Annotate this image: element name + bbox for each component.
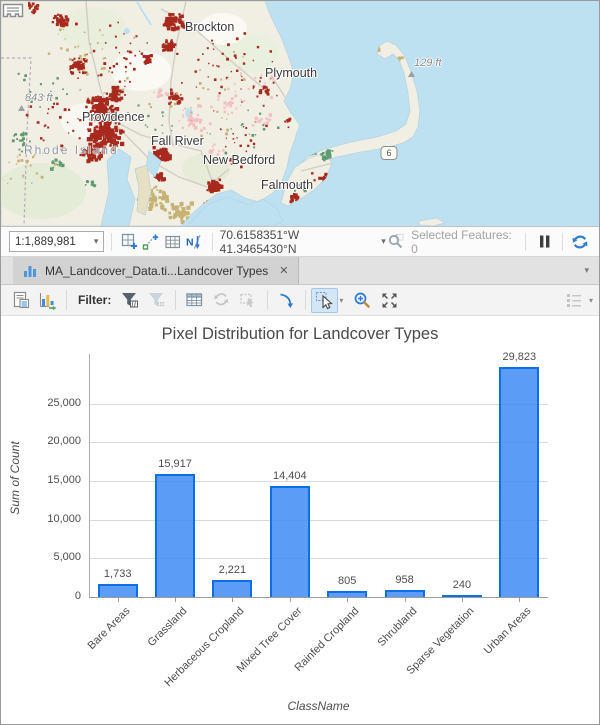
divider: [267, 290, 268, 310]
zoom-in-button[interactable]: [349, 288, 376, 313]
pointer-tool-chevron-icon[interactable]: ▾: [339, 296, 343, 305]
gridline: [89, 442, 548, 443]
pause-drawing-icon[interactable]: [533, 231, 554, 253]
category-label: Shrubland: [319, 605, 419, 705]
bar-value-label: 240: [420, 579, 504, 591]
category-label: Herbaceous Cropland: [146, 605, 246, 705]
category-label: Mixed Tree Cover: [204, 605, 304, 705]
category-label: Urban Areas: [433, 605, 533, 705]
y-tick-label: 15,000: [11, 474, 81, 486]
select-rectangle-button[interactable]: [235, 288, 262, 313]
divider: [212, 233, 213, 251]
selected-features-count: Selected Features: 0: [411, 228, 518, 256]
filter-label: Filter:: [78, 293, 111, 307]
bar-value-label: 15,917: [133, 458, 217, 470]
route-6-shield: 6: [381, 146, 398, 160]
map-status-bar: 1:1,889,981 ▾: [1, 226, 599, 257]
map-notification-icon[interactable]: [1, 1, 25, 20]
x-tick: [405, 598, 406, 602]
bar-value-label: 1,733: [76, 568, 160, 580]
divider: [175, 290, 176, 310]
grid-plus-icon[interactable]: [119, 231, 140, 253]
x-axis-title: ClassName: [279, 699, 359, 713]
x-axis-line: [89, 597, 548, 598]
bar-grassland[interactable]: [155, 474, 195, 597]
edit-vertices-icon[interactable]: [141, 231, 162, 253]
north-arrow-icon[interactable]: N: [183, 231, 204, 253]
bar-shrubland[interactable]: [385, 590, 425, 597]
gridline: [89, 404, 548, 405]
bar-herbaceous-cropland[interactable]: [212, 580, 252, 597]
sync-extent-button[interactable]: [208, 288, 235, 313]
change-chart-type-button[interactable]: [34, 288, 61, 313]
full-extent-button[interactable]: [376, 288, 403, 313]
pointer-select-tool[interactable]: [311, 288, 338, 313]
show-table-button[interactable]: [181, 288, 208, 313]
divider: [562, 233, 563, 251]
filter-by-selection-button[interactable]: [116, 288, 143, 313]
y-axis-line: [89, 354, 90, 597]
bar-value-label: 14,404: [248, 470, 332, 482]
scale-dropdown[interactable]: 1:1,889,981 ▾: [9, 231, 104, 252]
category-label: Bare Areas: [32, 605, 132, 705]
arcgis-window: BrocktonPlymouthProvidenceFall RiverNew …: [0, 0, 600, 725]
view-tab-bar: MA_Landcover_Data.ti...Landcover Types ✕…: [1, 257, 599, 285]
divider: [111, 233, 112, 251]
bar-mixed-tree-cover[interactable]: [270, 486, 310, 597]
category-label: Sparse Vegetation: [376, 605, 476, 705]
bar-rainfed-cropland[interactable]: [327, 591, 367, 597]
x-tick: [118, 598, 119, 602]
chevron-down-icon[interactable]: ▾: [94, 237, 99, 246]
tab-landcover-chart[interactable]: MA_Landcover_Data.ti...Landcover Types ✕: [13, 257, 299, 284]
scale-value: 1:1,889,981: [15, 236, 76, 248]
y-tick-label: 20,000: [11, 435, 81, 447]
chart-list-button[interactable]: [561, 288, 588, 313]
x-tick: [519, 598, 520, 602]
bar-value-label: 29,823: [477, 351, 561, 363]
bar-chart-panel: Pixel Distribution for Landcover Types S…: [1, 316, 599, 723]
svg-text:N: N: [186, 236, 194, 248]
chart-toolbar: Filter:: [1, 285, 599, 316]
x-tick: [462, 598, 463, 602]
divider: [305, 290, 306, 310]
chart-title: Pixel Distribution for Landcover Types: [1, 325, 599, 344]
x-tick: [175, 598, 176, 602]
zoom-selection-icon[interactable]: [386, 231, 407, 253]
y-tick-label: 0: [11, 590, 81, 602]
y-tick-label: 5,000: [11, 551, 81, 563]
divider: [525, 233, 526, 251]
close-tab-icon[interactable]: ✕: [279, 264, 288, 277]
category-label: Grassland: [89, 605, 189, 705]
export-chart-button[interactable]: [273, 288, 300, 313]
refresh-icon[interactable]: [570, 231, 591, 253]
x-tick: [290, 598, 291, 602]
map-view[interactable]: BrocktonPlymouthProvidenceFall RiverNew …: [1, 1, 599, 226]
tab-list-chevron-icon[interactable]: ▾: [584, 266, 589, 275]
x-tick: [232, 598, 233, 602]
filter-by-extent-button[interactable]: [143, 288, 170, 313]
x-tick: [347, 598, 348, 602]
bar-bare-areas[interactable]: [98, 584, 138, 597]
chart-properties-button[interactable]: [7, 288, 34, 313]
chart-tab-icon: [23, 264, 38, 278]
coordinates-readout: 70.6158351°W 41.3465430°N: [220, 228, 375, 256]
bar-value-label: 2,221: [190, 564, 274, 576]
graticule-icon[interactable]: [162, 231, 183, 253]
chart-list-chevron-icon[interactable]: ▾: [589, 296, 593, 305]
tab-label: MA_Landcover_Data.ti...Landcover Types: [45, 264, 268, 278]
y-tick-label: 25,000: [11, 397, 81, 409]
landcover-map[interactable]: [1, 1, 599, 226]
bar-sparse-vegetation[interactable]: [442, 595, 482, 597]
divider: [66, 290, 67, 310]
y-tick-label: 10,000: [11, 513, 81, 525]
bar-urban-areas[interactable]: [499, 367, 539, 598]
category-label: Rainfed Cropland: [261, 605, 361, 705]
